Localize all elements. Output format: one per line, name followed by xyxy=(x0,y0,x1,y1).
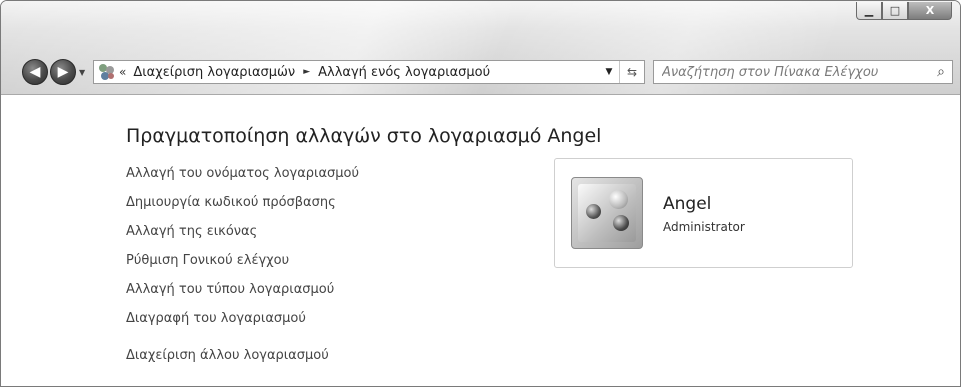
maximize-button[interactable]: □ xyxy=(882,2,908,20)
search-icon[interactable]: ⌕ xyxy=(930,64,952,80)
account-picture[interactable] xyxy=(571,177,643,249)
forward-button[interactable]: ▶ xyxy=(50,59,76,85)
search-input[interactable] xyxy=(660,61,930,83)
page-title: Πραγματοποίηση αλλαγών στο λογαριασμό An… xyxy=(126,125,602,147)
task-link-parental-controls[interactable]: Ρύθμιση Γονικού ελέγχου xyxy=(126,253,289,268)
task-link-change-name[interactable]: Αλλαγή του ονόματος λογαριασμού xyxy=(126,166,359,181)
account-name: Angel xyxy=(663,194,712,214)
back-button[interactable]: ◀ xyxy=(22,59,48,85)
task-link-delete-account[interactable]: Διαγραφή του λογαριασμού xyxy=(126,311,306,326)
search-box[interactable]: ⌕ xyxy=(653,60,953,84)
task-link-create-password[interactable]: Δημιουργία κωδικού πρόσβασης xyxy=(126,195,336,210)
address-dropdown-icon[interactable]: ▼ xyxy=(599,61,620,83)
account-card: Angel Administrator xyxy=(554,158,853,268)
breadcrumb-overflow-chevron[interactable]: « xyxy=(119,65,126,79)
refresh-icon[interactable]: ⇆ xyxy=(620,65,644,79)
forward-arrow-icon: ▶ xyxy=(57,64,69,80)
control-panel-icon xyxy=(99,64,115,80)
control-panel-window: ▁ □ X ◀ ▶ ▼ « Διαχείριση λογαριασμών ► Α… xyxy=(0,0,961,387)
content-divider xyxy=(1,94,960,95)
back-arrow-icon: ◀ xyxy=(29,64,41,80)
account-type: Administrator xyxy=(663,220,745,234)
address-bar[interactable]: « Διαχείριση λογαριασμών ► Αλλαγή ενός λ… xyxy=(93,60,645,84)
recent-pages-dropdown-icon[interactable]: ▼ xyxy=(79,68,85,77)
task-link-change-account-type[interactable]: Αλλαγή του τύπου λογαριασμού xyxy=(126,282,334,297)
navigation-bar: ◀ ▶ ▼ « Διαχείριση λογαριασμών ► Αλλαγή … xyxy=(1,59,960,87)
breadcrumb-separator-icon[interactable]: ► xyxy=(303,67,310,77)
close-button[interactable]: X xyxy=(908,2,952,20)
task-link-change-picture[interactable]: Αλλαγή της εικόνας xyxy=(126,224,257,239)
minimize-button[interactable]: ▁ xyxy=(856,2,882,20)
caption-buttons: ▁ □ X xyxy=(856,2,952,21)
breadcrumb-item-change-account[interactable]: Αλλαγή ενός λογαριασμού xyxy=(318,65,490,80)
breadcrumb-item-manage-accounts[interactable]: Διαχείριση λογαριασμών xyxy=(133,65,295,80)
task-link-manage-another-account[interactable]: Διαχείριση άλλου λογαριασμού xyxy=(126,348,329,363)
